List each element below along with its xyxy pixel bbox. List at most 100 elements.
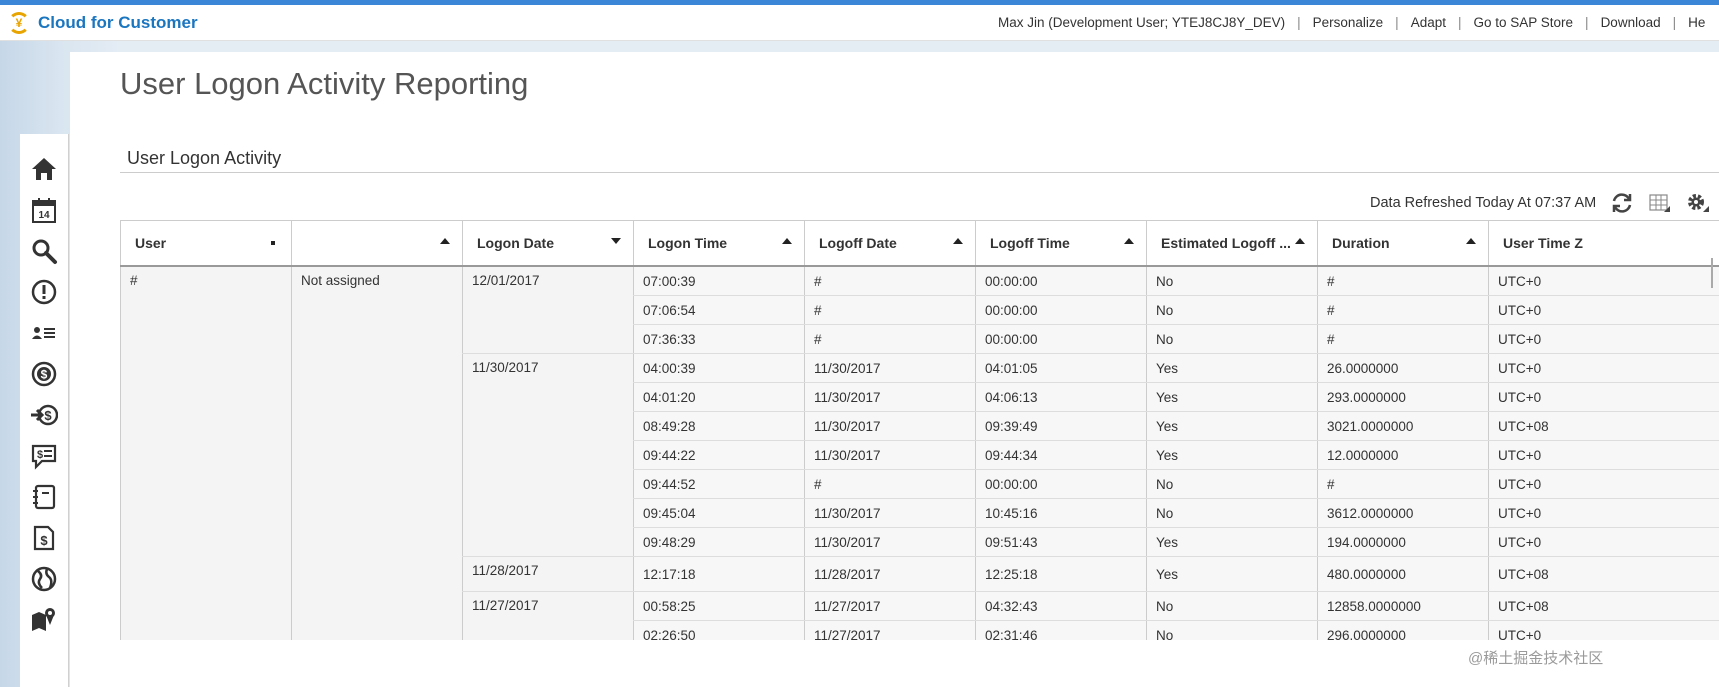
sort-ascending-icon [1124, 238, 1134, 244]
cell-logoff-date: 11/30/2017 [804, 411, 976, 441]
cell-logoff-time: 00:00:00 [975, 324, 1147, 354]
notebook-icon[interactable] [29, 482, 59, 512]
cell-estimated-logoff: No [1146, 591, 1318, 621]
sap-store-link[interactable]: Go to SAP Store [1473, 15, 1573, 30]
refresh-button[interactable] [1610, 191, 1634, 215]
app-logo[interactable]: ¥ Cloud for Customer [8, 11, 198, 34]
sidebar: 14 $ $ $ $ [20, 134, 69, 687]
shell-links: Max Jin (Development User; YTEJ8CJ8Y_DEV… [998, 15, 1706, 30]
contacts-icon[interactable] [29, 318, 59, 348]
cell-user-time-zone: UTC+08 [1488, 556, 1719, 592]
column-header-duration[interactable]: Duration [1317, 220, 1489, 267]
sort-ascending-icon [1466, 238, 1476, 244]
sales-in-icon[interactable]: $ [29, 400, 59, 430]
cell-logoff-date: 11/27/2017 [804, 591, 976, 621]
column-header-estimated-logoff[interactable]: Estimated Logoff ... [1146, 220, 1318, 267]
cell-estimated-logoff: Yes [1146, 440, 1318, 470]
cell-estimated-logoff: Yes [1146, 527, 1318, 557]
divider [120, 172, 1719, 173]
cell-logon-date: 11/30/2017 [462, 353, 634, 557]
cell-user-time-zone: UTC+0 [1488, 324, 1719, 354]
cell-logon-time: 07:00:39 [633, 266, 805, 296]
cell-logoff-time: 00:00:00 [975, 469, 1147, 499]
sort-ascending-icon [1295, 238, 1305, 244]
settings-button[interactable] [1686, 191, 1710, 215]
user-menu[interactable]: Max Jin (Development User; YTEJ8CJ8Y_DEV… [998, 15, 1285, 30]
horizontal-scroll-handle[interactable] [1711, 258, 1719, 288]
svg-text:$: $ [41, 368, 48, 382]
sort-descending-icon [611, 238, 621, 244]
cell-logoff-time: 00:00:00 [975, 266, 1147, 296]
cell-logon-time: 00:58:25 [633, 591, 805, 621]
gear-icon [1688, 194, 1710, 212]
cell-estimated-logoff: No [1146, 324, 1318, 354]
table-icon [1649, 194, 1671, 212]
cell-duration: # [1317, 324, 1489, 354]
cell-logoff-date: 11/27/2017 [804, 620, 976, 640]
column-header-logoff-time[interactable]: Logoff Time [975, 220, 1147, 267]
cell-logon-time: 09:45:04 [633, 498, 805, 528]
cell-logon-time: 12:17:18 [633, 556, 805, 592]
cell-duration: 3612.0000000 [1317, 498, 1489, 528]
cell-duration: 293.0000000 [1317, 382, 1489, 412]
column-header-logon-date[interactable]: Logon Date [462, 220, 634, 267]
column-header-user-name[interactable] [291, 220, 463, 267]
cell-logon-time: 08:49:28 [633, 411, 805, 441]
cell-logoff-date: # [804, 266, 976, 296]
cell-user: # [120, 266, 292, 640]
personalize-link[interactable]: Personalize [1313, 15, 1384, 30]
cell-duration: # [1317, 266, 1489, 296]
cell-estimated-logoff: No [1146, 295, 1318, 325]
cell-logoff-time: 09:44:34 [975, 440, 1147, 470]
cell-estimated-logoff: Yes [1146, 382, 1318, 412]
cell-duration: 3021.0000000 [1317, 411, 1489, 441]
cell-logoff-date: 11/30/2017 [804, 440, 976, 470]
column-header-user-time-zone[interactable]: User Time Z [1488, 220, 1719, 267]
app-name: Cloud for Customer [38, 12, 198, 32]
cell-logon-time: 09:44:52 [633, 469, 805, 499]
logon-activity-table: User Logon Date Logon Time Logoff Date L… [120, 220, 1719, 640]
cell-duration: 194.0000000 [1317, 527, 1489, 557]
column-header-user[interactable]: User [120, 220, 292, 267]
main-content: User Logon Activity Reporting User Logon… [70, 52, 1719, 687]
cell-estimated-logoff: No [1146, 620, 1318, 640]
adapt-link[interactable]: Adapt [1411, 15, 1446, 30]
cell-logoff-date: # [804, 469, 976, 499]
map-icon[interactable] [29, 604, 59, 634]
sort-indicator-icon [271, 241, 275, 245]
cell-logoff-time: 10:45:16 [975, 498, 1147, 528]
sort-ascending-icon [440, 238, 450, 244]
cell-logoff-date: 11/30/2017 [804, 353, 976, 383]
column-header-logoff-date[interactable]: Logoff Date [804, 220, 976, 267]
calendar-icon[interactable]: 14 [29, 195, 59, 225]
svg-text:$: $ [37, 449, 43, 461]
search-icon[interactable] [29, 236, 59, 266]
svg-text:14: 14 [38, 210, 50, 221]
alert-icon[interactable] [29, 277, 59, 307]
cell-logoff-time: 02:31:46 [975, 620, 1147, 640]
cell-logoff-date: 11/28/2017 [804, 556, 976, 592]
watermark: @稀土掘金技术社区 [1468, 650, 1604, 667]
column-header-logon-time[interactable]: Logon Time [633, 220, 805, 267]
home-icon[interactable] [29, 154, 59, 184]
help-link[interactable]: He [1688, 15, 1705, 30]
cell-logoff-time: 12:25:18 [975, 556, 1147, 592]
download-link[interactable]: Download [1601, 15, 1661, 30]
dollar-circle-icon[interactable]: $ [29, 359, 59, 389]
sort-ascending-icon [953, 238, 963, 244]
shell-bar: ¥ Cloud for Customer Max Jin (Developmen… [0, 5, 1719, 41]
page-title: User Logon Activity Reporting [120, 66, 529, 101]
cell-estimated-logoff: Yes [1146, 411, 1318, 441]
cell-user-time-zone: UTC+08 [1488, 591, 1719, 621]
table-header-row: User Logon Date Logon Time Logoff Date L… [120, 220, 1719, 267]
quote-icon[interactable]: $ [29, 441, 59, 471]
cell-user-time-zone: UTC+0 [1488, 266, 1719, 296]
table-row[interactable]: # Not assigned 12/01/2017 07:00:39 #00:00:00… [120, 266, 1719, 640]
invoice-icon[interactable]: $ [29, 523, 59, 553]
cell-logoff-time: 09:39:49 [975, 411, 1147, 441]
cell-estimated-logoff: Yes [1146, 556, 1318, 592]
table-view-button[interactable] [1648, 191, 1672, 215]
sort-ascending-icon [782, 238, 792, 244]
cell-logoff-time: 04:32:43 [975, 591, 1147, 621]
globe-icon[interactable] [29, 564, 59, 594]
